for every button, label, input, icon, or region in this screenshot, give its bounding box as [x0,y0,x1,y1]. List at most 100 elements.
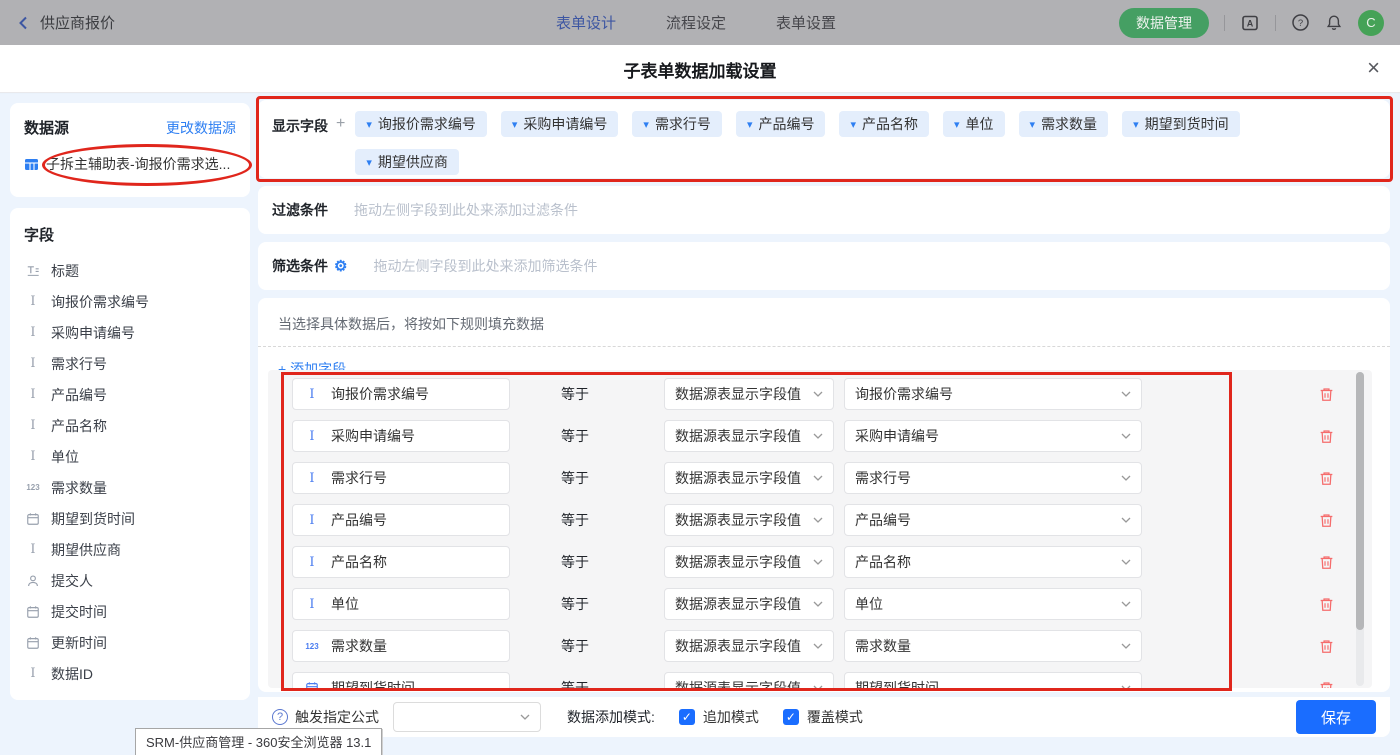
checkbox-icon[interactable]: ✓ [783,709,799,725]
sidebar-field-item[interactable]: I 询报价需求编号 [24,286,250,317]
select-value: 数据源表显示字段值 [675,678,801,688]
number-icon: 123 [305,642,318,651]
mode-label: 追加模式 [703,707,759,727]
sidebar-field-item[interactable]: I 需求行号 [24,348,250,379]
help-icon[interactable]: ? [1291,13,1310,32]
source-type-select[interactable]: 数据源表显示字段值 [664,588,834,620]
source-field-select[interactable]: 询报价需求编号 [844,378,1142,410]
add-display-field-icon[interactable]: + [336,115,345,133]
delete-row-icon[interactable] [1318,554,1335,571]
sidebar-field-item[interactable]: I 采购申请编号 [24,317,250,348]
topbar-tab-inactive[interactable]: 表单设置 [776,12,836,33]
sidebar-field-item[interactable]: I 期望供应商 [24,534,250,565]
sidebar-field-item[interactable]: 期望到货时间 [24,503,250,534]
source-field-select[interactable]: 单位 [844,588,1142,620]
display-field-chip[interactable]: ▾ 产品编号 [736,111,826,137]
gear-icon[interactable]: ⚙ [334,257,347,275]
source-type-select[interactable]: 数据源表显示字段值 [664,378,834,410]
checkbox-icon[interactable]: ✓ [679,709,695,725]
target-field-box[interactable]: 123 需求数量 [292,630,510,662]
target-field-box[interactable]: I 单位 [292,588,510,620]
source-type-select[interactable]: 数据源表显示字段值 [664,504,834,536]
mode-option[interactable]: ✓ 追加模式 [679,707,759,727]
sidebar-field-item[interactable]: 123 需求数量 [24,472,250,503]
topbar-tab-inactive[interactable]: 流程设定 [666,12,726,33]
select-value: 产品名称 [855,552,911,572]
topbar-tab-active[interactable]: 表单设计 [556,12,616,33]
target-field-box[interactable]: I 产品名称 [292,546,510,578]
source-type-select[interactable]: 数据源表显示字段值 [664,630,834,662]
select-value: 数据源表显示字段值 [675,636,801,656]
scrollbar-thumb[interactable] [1356,372,1364,630]
back-chevron-icon[interactable] [16,15,32,31]
source-field-select[interactable]: 产品编号 [844,504,1142,536]
mapping-rows-viewport: I 询报价需求编号 等于 数据源表显示字段值 询报价需求编号 I 采购申请编号 … [268,370,1372,688]
help-circle-icon[interactable]: ? [272,709,288,725]
source-field-select[interactable]: 需求数量 [844,630,1142,662]
display-field-chip[interactable]: ▾ 单位 [943,111,1005,137]
sidebar-field-item[interactable]: I 产品编号 [24,379,250,410]
sidebar-field-item[interactable]: I 数据ID [24,658,250,689]
delete-row-icon[interactable] [1318,680,1335,689]
source-type-select[interactable]: 数据源表显示字段值 [664,546,834,578]
sift-card[interactable]: 筛选条件 ⚙ 拖动左侧字段到此处来添加筛选条件 [258,242,1390,290]
delete-row-icon[interactable] [1318,512,1335,529]
target-field-label: 询报价需求编号 [331,384,429,404]
sidebar-field-item[interactable]: 更新时间 [24,627,250,658]
display-field-chip[interactable]: ▾ 产品名称 [839,111,929,137]
display-field-chip[interactable]: ▾ 需求行号 [632,111,722,137]
save-button[interactable]: 保存 [1296,700,1376,734]
sidebar-field-item[interactable]: I 单位 [24,441,250,472]
sidebar-field-item[interactable]: 标题 [24,255,250,286]
sidebar-field-item[interactable]: 提交人 [24,565,250,596]
source-type-select[interactable]: 数据源表显示字段值 [664,672,834,688]
delete-row-icon[interactable] [1318,470,1335,487]
sidebar-field-item[interactable]: 提交时间 [24,596,250,627]
language-icon[interactable]: A [1240,13,1260,33]
sidebar-field-item[interactable]: I 产品名称 [24,410,250,441]
display-field-chip[interactable]: ▾ 需求数量 [1019,111,1109,137]
mode-option[interactable]: ✓覆盖模式 [783,707,863,727]
delete-row-icon[interactable] [1318,638,1335,655]
scrollbar-track[interactable] [1356,372,1364,686]
data-manage-button[interactable]: 数据管理 [1119,8,1209,38]
source-field-select[interactable]: 需求行号 [844,462,1142,494]
display-field-chip[interactable]: ▾ 期望供应商 [355,149,459,175]
display-field-chip[interactable]: ▾ 采购申请编号 [501,111,619,137]
display-field-chip[interactable]: ▾ 期望到货时间 [1122,111,1240,137]
filter-card[interactable]: 过滤条件 拖动左侧字段到此处来添加过滤条件 [258,186,1390,234]
avatar[interactable]: C [1358,10,1384,36]
datasource-item[interactable]: 子拆主辅助表-询报价需求选... [24,154,236,174]
field-mapping-row: I 产品编号 等于 数据源表显示字段值 产品编号 [268,504,1372,536]
select-value: 数据源表显示字段值 [675,510,801,530]
dialog-header: 子表单数据加载设置 × [0,45,1400,93]
text-icon: I [30,356,35,371]
source-field-select[interactable]: 产品名称 [844,546,1142,578]
calendar-icon [26,605,40,619]
field-label: 期望到货时间 [51,509,135,529]
delete-row-icon[interactable] [1318,596,1335,613]
target-field-box[interactable]: I 采购申请编号 [292,420,510,452]
delete-row-icon[interactable] [1318,428,1335,445]
change-datasource-link[interactable]: 更改数据源 [166,118,236,138]
person-icon [26,574,40,588]
source-type-select[interactable]: 数据源表显示字段值 [664,420,834,452]
close-icon[interactable]: × [1367,55,1380,81]
target-field-box[interactable]: I 产品编号 [292,504,510,536]
delete-row-icon[interactable] [1318,386,1335,403]
source-field-select[interactable]: 期望到货时间 [844,672,1142,688]
field-label: 数据ID [51,664,93,684]
source-field-select[interactable]: 采购申请编号 [844,420,1142,452]
number-icon: 123 [26,483,39,492]
target-field-box[interactable]: 期望到货时间 [292,672,510,688]
display-field-chip[interactable]: ▾ 询报价需求编号 [355,111,487,137]
select-value: 期望到货时间 [855,678,939,688]
text-icon: I [30,449,35,464]
source-type-select[interactable]: 数据源表显示字段值 [664,462,834,494]
formula-select[interactable] [393,702,541,732]
field-label: 询报价需求编号 [51,292,149,312]
target-field-box[interactable]: I 需求行号 [292,462,510,494]
text-icon: I [309,471,314,486]
bell-icon[interactable] [1325,14,1343,32]
target-field-box[interactable]: I 询报价需求编号 [292,378,510,410]
